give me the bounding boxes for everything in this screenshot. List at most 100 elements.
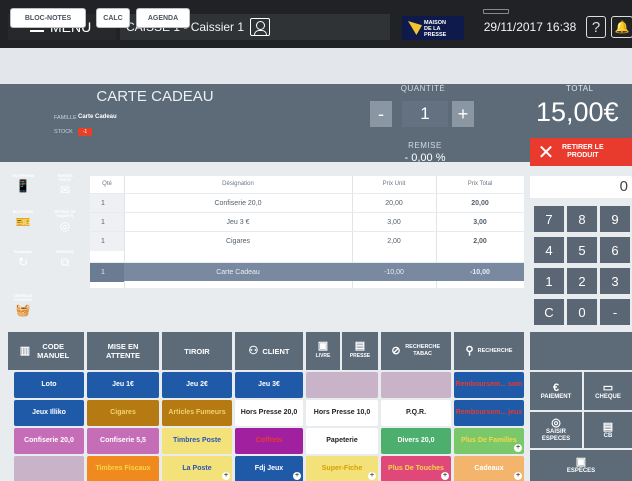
row-total-price: 3,00 — [473, 219, 487, 226]
product-articles-fumeurs[interactable]: Articles Fumeurs — [162, 400, 232, 426]
product-timbres-fiscaux[interactable]: Timbres Fiscaux — [87, 456, 159, 481]
table-row[interactable]: 1 Confiserie 20,0 20,00 20,00 — [90, 193, 524, 213]
product-plus-de-familles[interactable]: Plus De Familles + — [454, 428, 524, 454]
cheque-label: CHEQUE — [595, 393, 621, 400]
key-2[interactable]: 2 — [567, 268, 597, 294]
key-clear[interactable]: C — [534, 299, 564, 325]
product-hors-presse-10[interactable]: Hors Presse 10,0 — [306, 400, 378, 426]
stock-badge: -1 — [78, 128, 92, 136]
category-billeterie[interactable]: BILLETERIE 🎫 — [10, 208, 36, 236]
key-4[interactable]: 4 — [534, 237, 564, 263]
quantity-minus-button[interactable]: - — [370, 101, 392, 127]
product-jeux-illiko[interactable]: Jeux Illiko — [14, 400, 84, 426]
product-divers-20[interactable]: Divers 20,0 — [381, 428, 451, 454]
table-row[interactable]: 1 Jeu 3 € 3,00 3,00 — [90, 212, 524, 232]
product-cadeaux[interactable]: Cadeaux + — [454, 456, 524, 481]
product-super-fiche[interactable]: Super-Fiche + — [306, 456, 378, 481]
product-coffrets[interactable]: Coffrets — [235, 428, 303, 454]
livre-label: LIVRE — [315, 352, 331, 359]
livre-button[interactable]: ▣ LIVRE — [306, 332, 340, 370]
quantity-plus-button[interactable]: + — [452, 101, 474, 127]
product-jeu-1[interactable]: Jeu 1€ — [87, 372, 159, 398]
ticket-table: Qté Désignation Prix Unit Prix Total 1 C… — [90, 176, 524, 288]
saisir-especes-button[interactable]: ◎ SAISIR ESPECES — [530, 412, 582, 448]
product-confiserie-20[interactable]: Confiserie 20,0 — [14, 428, 84, 454]
calc-button[interactable]: CALC — [96, 8, 130, 28]
client-button[interactable]: ⚇ CLIENT — [235, 332, 303, 370]
key-7[interactable]: 7 — [534, 206, 564, 232]
code-manuel-button[interactable]: ▥ CODE MANUEL — [8, 332, 84, 370]
product-jeu-3[interactable]: Jeu 3€ — [235, 372, 303, 398]
numeric-keypad: 7 8 9 4 5 6 1 2 3 C 0 - — [530, 204, 632, 328]
row-designation: Cigares — [225, 238, 251, 245]
la-poste-label: La Poste — [182, 465, 212, 472]
product-jeu-2[interactable]: Jeu 2€ — [162, 372, 232, 398]
product-empty — [381, 372, 451, 398]
product-timbres-poste[interactable]: Timbres Poste — [162, 428, 232, 454]
cb-button[interactable]: ▤ CB — [584, 412, 632, 448]
category-retrait-paquets[interactable]: RETRAIT DE PAQUETS ◎ — [52, 208, 78, 236]
cheque-button[interactable]: ▭ CHEQUE — [584, 372, 632, 410]
product-hors-presse-20[interactable]: Hors Presse 20,0 — [235, 400, 303, 426]
help-button[interactable]: ? — [586, 16, 606, 38]
bloc-notes-button[interactable]: BLOC-NOTES — [10, 8, 86, 28]
datetime: 29/11/2017 16:38 — [483, 20, 577, 34]
category-recharges[interactable]: Recharges ↻ — [10, 248, 36, 276]
product-remboursement-jeux[interactable]: Remboursem... jeux — [454, 400, 524, 426]
recherche-tabac-label: RECHERCHE TABAC — [405, 344, 441, 357]
key-3[interactable]: 3 — [600, 268, 630, 294]
category-timbres-poste[interactable]: TIMBRES POSTE ✉ — [52, 172, 78, 200]
table-row-selected[interactable]: 1 Carte Cadeau -10,00 -10,00 — [90, 262, 524, 282]
recherche-tabac-button[interactable]: ⊘ RECHERCHE TABAC — [381, 332, 451, 370]
quantity-value[interactable]: 1 — [402, 101, 448, 127]
product-plus-de-touches[interactable]: Plus De Touches + — [381, 456, 451, 481]
package-icon: ◎ — [59, 219, 71, 233]
notification-bell-icon[interactable]: 🔔 — [611, 16, 632, 38]
search-icon: ⚲ — [465, 344, 474, 357]
table-row[interactable]: 1 Cigares 2,00 2,00 — [90, 231, 524, 251]
paiement-button[interactable]: € PAIEMENT — [530, 372, 582, 410]
category-telephonie[interactable]: TÉLÉPHONIE 📱 — [10, 172, 36, 200]
function-row: ▥ CODE MANUEL MISE EN ATTENTE TIROIR ⚇ C… — [0, 330, 632, 372]
especes-button[interactable]: ▣ ESPECES — [530, 450, 632, 481]
category-centrale-achats[interactable]: CENTRALE D'ACHATS 🧺 — [10, 292, 36, 320]
stock-label: STOCK — [54, 129, 73, 135]
row-unit-price: 3,00 — [387, 219, 401, 226]
product-empty — [306, 372, 378, 398]
product-cigares[interactable]: Cigares — [87, 400, 159, 426]
row-unit-price: 2,00 — [387, 238, 401, 245]
presse-button[interactable]: ▤ PRESSE — [342, 332, 378, 370]
product-confiserie-5-5[interactable]: Confiserie 5,5 — [87, 428, 159, 454]
plus-icon: + — [368, 472, 376, 480]
key-1[interactable]: 1 — [534, 268, 564, 294]
product-papeterie[interactable]: Papeterie — [306, 428, 378, 454]
key-5[interactable]: 5 — [567, 237, 597, 263]
coin-icon: ◎ — [551, 417, 561, 429]
product-fdj-jeux[interactable]: Fdj Jeux + — [235, 456, 303, 481]
category-services[interactable]: SERVICES ⧉ — [52, 248, 78, 276]
product-pqr[interactable]: P.Q.R. — [381, 400, 451, 426]
euro-icon: € — [552, 381, 560, 394]
famille-value: Carte Cadeau — [78, 114, 117, 120]
key-9[interactable]: 9 — [600, 206, 630, 232]
key-0[interactable]: 0 — [567, 299, 597, 325]
product-remboursement-soin[interactable]: Remboursem... soin — [454, 372, 524, 398]
tiroir-button[interactable]: TIROIR — [162, 332, 232, 370]
product-la-poste[interactable]: La Poste + — [162, 456, 232, 481]
code-manuel-label: CODE MANUEL — [37, 342, 70, 360]
remise-value[interactable]: - 0,00 % — [380, 152, 470, 164]
key-minus[interactable]: - — [600, 299, 630, 325]
product-loto[interactable]: Loto — [14, 372, 84, 398]
mise-en-attente-button[interactable]: MISE EN ATTENTE — [87, 332, 159, 370]
key-6[interactable]: 6 — [600, 237, 630, 263]
agenda-button[interactable]: AGENDA — [136, 8, 190, 28]
plus-icon: + — [514, 444, 522, 452]
category-panel: TÉLÉPHONIE 📱 TIMBRES POSTE ✉ BILLETERIE … — [0, 168, 88, 330]
retirer-produit-button[interactable]: ✕ RETIRER LE PRODUIT — [530, 138, 632, 166]
row-total-price: -10,00 — [470, 269, 490, 276]
key-8[interactable]: 8 — [567, 206, 597, 232]
banknote-icon: ▣ — [575, 456, 587, 468]
recherche-button[interactable]: ⚲ RECHERCHE — [454, 332, 524, 370]
stamp-icon: ✉ — [59, 183, 71, 197]
logo-mark-icon — [408, 21, 422, 35]
